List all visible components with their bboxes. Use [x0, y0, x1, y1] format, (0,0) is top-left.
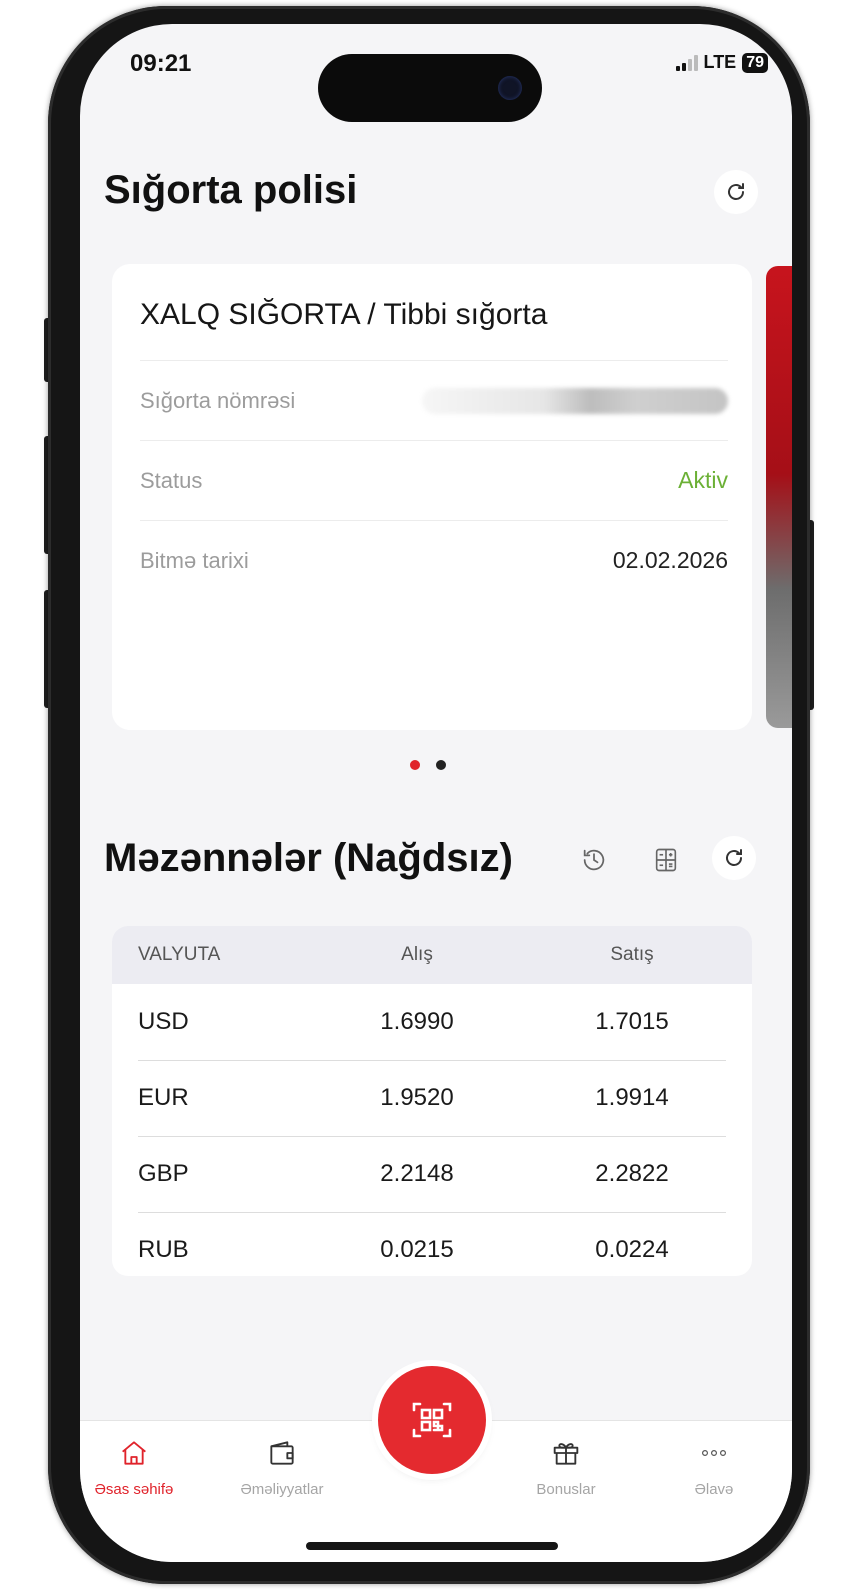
pager-dot-active[interactable]: [410, 760, 420, 770]
tab-home-label: Əsas səhifə: [94, 1481, 174, 1498]
rates-table: VALYUTA Alış Satış USD 1.6990 1.7015 EUR…: [112, 926, 752, 1276]
rates-refresh-button[interactable]: [712, 836, 756, 880]
front-camera: [498, 76, 522, 100]
card-pager: [410, 760, 446, 770]
sell-rate: 0.0224: [595, 1236, 669, 1263]
expiry-value: 02.02.2026: [612, 547, 728, 573]
rates-calculator-button[interactable]: [646, 840, 686, 880]
header-buy: Alış: [401, 944, 433, 965]
pager-dot[interactable]: [436, 760, 446, 770]
calculator-icon: [655, 848, 677, 872]
tab-operations-label: Əməliyyatlar: [240, 1481, 324, 1498]
table-row: GBP 2.2148 2.2822: [112, 1136, 752, 1212]
status-label: Status: [140, 467, 203, 493]
policy-number-label: Sığorta nömrəsi: [140, 387, 296, 413]
buy-rate: 2.2148: [380, 1160, 454, 1187]
currency-code: USD: [138, 1008, 189, 1035]
status-indicators: LTE 79: [675, 52, 768, 73]
gift-icon: [553, 1443, 579, 1465]
more-dots-icon: [701, 1449, 727, 1457]
sell-rate: 2.2822: [595, 1160, 669, 1187]
app-screen: 09:21 LTE 79 Sığorta polisi XALQ SIĞORTA…: [80, 24, 792, 1562]
network-type: LTE: [703, 52, 737, 72]
home-icon: [122, 1441, 146, 1465]
insurance-refresh-button[interactable]: [714, 170, 758, 214]
header-sell: Satış: [610, 944, 654, 965]
status-time: 09:21: [130, 50, 192, 77]
currency-code: GBP: [138, 1160, 189, 1187]
expiry-row: Bitmə tarixi 02.02.2026: [140, 520, 728, 600]
tab-more[interactable]: Əlavə: [654, 1435, 774, 1498]
header-currency: VALYUTA: [138, 944, 221, 965]
rates-section-title: Məzənnələr (Nağdsız): [104, 836, 513, 880]
refresh-icon: [726, 849, 742, 866]
sell-rate: 1.7015: [595, 1008, 669, 1035]
wallet-icon: [270, 1441, 294, 1465]
status-value: Aktiv: [678, 467, 728, 493]
buy-rate: 0.0215: [380, 1236, 454, 1263]
tab-bonuses[interactable]: Bonuslar: [506, 1435, 626, 1498]
history-icon: [583, 849, 605, 871]
tab-bonuses-label: Bonuslar: [536, 1481, 596, 1498]
rates-table-header: VALYUTA Alış Satış: [112, 926, 752, 984]
refresh-icon: [728, 183, 744, 200]
buy-rate: 1.9520: [380, 1084, 454, 1111]
policy-number-value-redacted: [422, 387, 728, 414]
home-indicator: [306, 1542, 558, 1550]
battery-icon: 79: [742, 52, 768, 73]
buy-rate: 1.6990: [380, 1008, 454, 1035]
next-card-peek[interactable]: [766, 266, 792, 728]
tab-home[interactable]: Əsas səhifə: [80, 1435, 194, 1498]
tab-operations[interactable]: Əməliyyatlar: [222, 1435, 342, 1498]
insurance-section-title: Sığorta polisi: [104, 168, 358, 212]
expiry-label: Bitmə tarixi: [140, 547, 249, 573]
status-row: Status Aktiv: [140, 440, 728, 520]
insurance-card[interactable]: XALQ SIĞORTA / Tibbi sığorta Sığorta nöm…: [112, 264, 752, 730]
rates-history-button[interactable]: [574, 840, 614, 880]
currency-code: EUR: [138, 1084, 189, 1111]
sell-rate: 1.9914: [595, 1084, 669, 1111]
signal-icon: [675, 54, 698, 71]
table-row: USD 1.6990 1.7015: [112, 984, 752, 1060]
qr-scan-button[interactable]: [378, 1366, 486, 1474]
insurance-card-title: XALQ SIĞORTA / Tibbi sığorta: [140, 298, 548, 331]
tab-more-label: Əlavə: [694, 1481, 734, 1498]
dynamic-island: [318, 54, 542, 122]
policy-number-row: Sığorta nömrəsi: [140, 360, 728, 440]
currency-code: RUB: [138, 1236, 189, 1263]
table-row: RUB 0.0215 0.0224: [112, 1212, 752, 1276]
qr-scan-icon: [412, 1402, 452, 1438]
table-row: EUR 1.9520 1.9914: [112, 1060, 752, 1136]
